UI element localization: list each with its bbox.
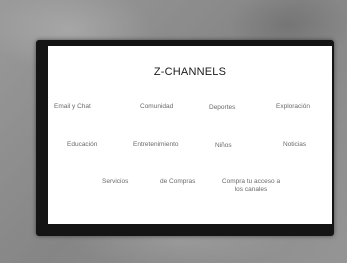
page-title: Z-CHANNELS [153, 66, 227, 78]
menu-item-noticias[interactable]: Noticias [283, 141, 306, 148]
menu-item-comunidad[interactable]: Comunidad [140, 103, 173, 110]
menu-item-compra-acceso[interactable]: Compra tu acceso a los canales [221, 178, 281, 194]
menu-item-entretenimiento[interactable]: Entretenimiento [133, 141, 179, 148]
menu-item-de-compras[interactable]: de Compras [160, 178, 195, 185]
menu-item-email-chat[interactable]: Email y Chat [54, 103, 91, 110]
menu-item-exploracion[interactable]: Exploración [276, 103, 310, 110]
menu-item-deportes[interactable]: Deportes [209, 104, 235, 111]
menu-item-ninos[interactable]: Niños [215, 142, 232, 149]
menu-screen: Z-CHANNELS Email y Chat Comunidad Deport… [48, 46, 332, 224]
menu-item-educacion[interactable]: Educación [67, 141, 97, 148]
menu-item-servicios[interactable]: Servicios [102, 178, 128, 185]
